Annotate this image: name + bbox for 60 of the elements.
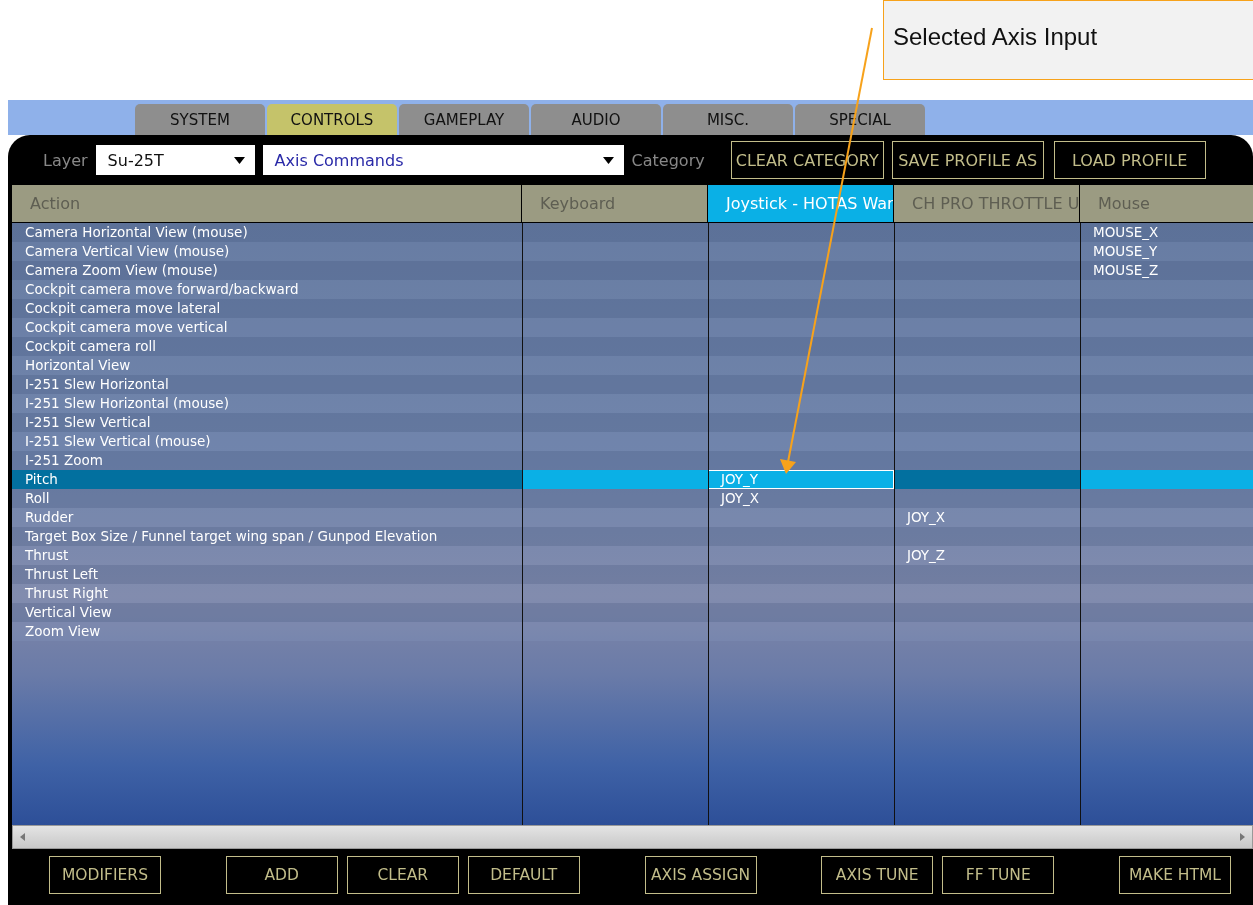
category-dropdown[interactable]: Axis Commands (262, 145, 624, 175)
callout-text: Selected Axis Input (893, 23, 1098, 50)
category-label: Category (631, 150, 705, 170)
action-name[interactable]: I-251 Slew Vertical (25, 414, 151, 430)
column-header[interactable]: CH PRO THROTTLE U (894, 185, 1080, 222)
action-name[interactable]: Roll (25, 490, 50, 506)
settings-tab[interactable]: GAMEPLAY (399, 104, 529, 135)
layer-label: Layer (43, 150, 88, 170)
action-name[interactable]: Camera Zoom View (mouse) (25, 262, 218, 278)
binding-text[interactable]: JOY_X (721, 490, 760, 506)
settings-tab[interactable]: CONTROLS (267, 104, 397, 135)
binding-text[interactable]: MOUSE_Y (1093, 243, 1158, 259)
column-header[interactable]: Mouse (1080, 185, 1253, 222)
action-name[interactable]: Zoom View (25, 623, 101, 639)
binding-text[interactable]: MOUSE_X (1093, 224, 1159, 240)
action-button[interactable]: MODIFIERS (49, 856, 161, 894)
caret-icon (602, 156, 614, 164)
settings-tab[interactable]: MISC. (663, 104, 793, 135)
binding-text[interactable]: MOUSE_Z (1093, 262, 1159, 278)
action-name[interactable]: Vertical View (25, 604, 112, 620)
action-name[interactable]: I-251 Slew Vertical (mouse) (25, 433, 211, 449)
action-button[interactable]: FF TUNE (942, 856, 1055, 894)
selected-cell[interactable]: JOY_Y (708, 470, 894, 489)
action-name[interactable]: Camera Vertical View (mouse) (25, 243, 230, 259)
toolbar-button[interactable]: LOAD PROFILE (1053, 141, 1206, 179)
action-button[interactable]: AXIS TUNE (821, 856, 934, 894)
column-header[interactable]: Action (12, 185, 522, 222)
binding-text[interactable]: JOY_X (907, 509, 946, 525)
action-name[interactable]: Cockpit camera move lateral (25, 300, 221, 316)
action-button[interactable]: AXIS ASSIGN (644, 856, 757, 894)
scroll-left-icon[interactable] (19, 833, 27, 841)
settings-tab[interactable]: AUDIO (531, 104, 661, 135)
action-name[interactable]: Rudder (25, 509, 74, 525)
action-button[interactable]: DEFAULT (467, 856, 580, 894)
action-name[interactable]: Cockpit camera roll (25, 338, 157, 354)
scroll-right-icon[interactable] (1238, 833, 1246, 841)
toolbar-button[interactable]: SAVE PROFILE AS (891, 141, 1044, 179)
action-name[interactable]: Horizontal View (25, 357, 131, 373)
action-name[interactable]: Thrust (25, 547, 69, 563)
binding-text[interactable]: JOY_Z (907, 547, 946, 563)
action-button[interactable]: ADD (225, 856, 338, 894)
action-name[interactable]: Cockpit camera move vertical (25, 319, 228, 335)
binding-text[interactable]: JOY_Y (721, 471, 759, 487)
action-button[interactable]: MAKE HTML (1119, 856, 1231, 894)
action-name[interactable]: Thrust Right (25, 585, 109, 601)
action-name[interactable]: I-251 Zoom (25, 452, 103, 468)
action-name[interactable]: Pitch (25, 471, 58, 487)
caret-icon (233, 156, 245, 164)
action-name[interactable]: Thrust Left (25, 566, 98, 582)
action-name[interactable]: Camera Horizontal View (mouse) (25, 224, 248, 240)
horizontal-scrollbar[interactable] (12, 825, 1253, 849)
action-name[interactable]: Cockpit camera move forward/backward (25, 281, 299, 297)
settings-tab[interactable]: SYSTEM (135, 104, 265, 135)
action-name[interactable]: I-251 Slew Horizontal (25, 376, 169, 392)
highlight-cell[interactable] (1080, 470, 1253, 489)
action-button[interactable]: CLEAR (346, 856, 459, 894)
highlight-cell[interactable] (522, 470, 708, 489)
layer-dropdown[interactable]: Su-25T (95, 145, 255, 175)
action-name[interactable]: I-251 Slew Horizontal (mouse) (25, 395, 229, 411)
selected-row[interactable]: Pitch JOY_Y (12, 470, 1253, 489)
